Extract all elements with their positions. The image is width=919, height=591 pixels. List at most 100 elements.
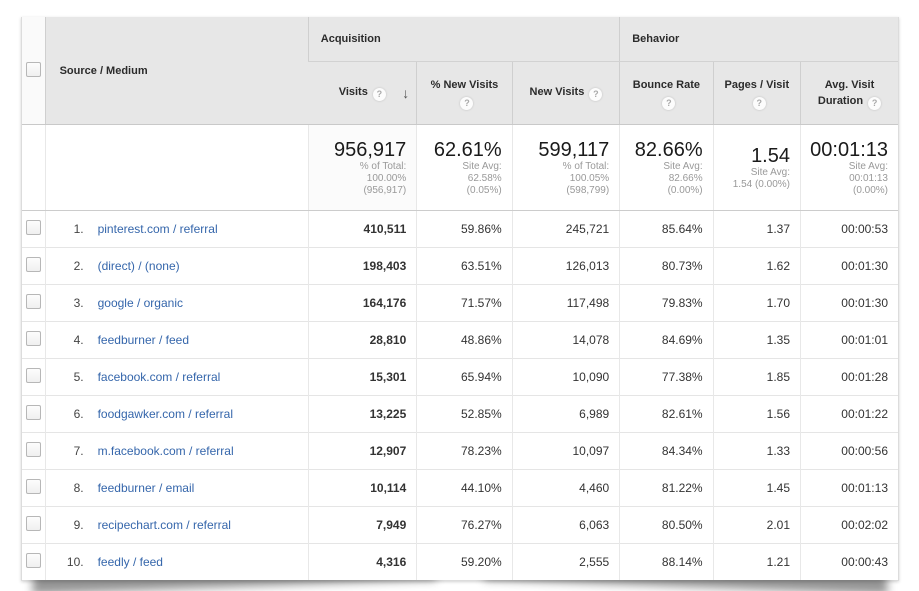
source-cell: 4.feedburner / feed bbox=[45, 322, 308, 359]
avg-duration-cell: 00:00:43 bbox=[801, 544, 899, 581]
row-checkbox[interactable] bbox=[26, 294, 41, 309]
summary-visits: 956,917 % of Total: 100.00% (956,917) bbox=[308, 125, 416, 211]
help-icon[interactable]: ? bbox=[589, 88, 602, 101]
source-medium-link[interactable]: foodgawker.com / referral bbox=[98, 407, 233, 421]
source-medium-link[interactable]: recipechart.com / referral bbox=[98, 518, 231, 532]
source-medium-link[interactable]: google / organic bbox=[98, 296, 183, 310]
summary-subtext: (598,799) bbox=[515, 185, 610, 197]
visits-cell: 410,511 bbox=[308, 211, 416, 248]
row-checkbox[interactable] bbox=[26, 479, 41, 494]
row-checkbox[interactable] bbox=[26, 257, 41, 272]
source-medium-link[interactable]: feedburner / email bbox=[98, 481, 195, 495]
source-medium-link[interactable]: pinterest.com / referral bbox=[98, 222, 218, 236]
summary-avg-duration: 00:01:13 Site Avg: 00:01:13 (0.00%) bbox=[801, 125, 899, 211]
table-row: 1. pinterest.com / referral 410,51159.86%2… bbox=[22, 211, 898, 248]
column-header-pct-new-visits[interactable]: % New Visits ? bbox=[417, 62, 512, 125]
column-header-source-medium[interactable]: Source / Medium bbox=[45, 17, 308, 125]
visits-cell: 198,403 bbox=[308, 248, 416, 285]
table-row: 5.facebook.com / referral15,30165.94%10,… bbox=[22, 359, 898, 396]
pct-new-visits-cell: 76.27% bbox=[417, 507, 512, 544]
summary-subtext: 100.00% bbox=[311, 173, 406, 185]
summary-pages-value: 1.54 bbox=[716, 145, 790, 167]
source-medium-link[interactable]: facebook.com / referral bbox=[98, 370, 221, 384]
pages-visit-cell: 1.62 bbox=[713, 248, 800, 285]
summary-subtext: % of Total: bbox=[311, 161, 406, 173]
summary-visits-value: 956,917 bbox=[311, 139, 406, 161]
bounce-rate-label: Bounce Rate bbox=[621, 77, 711, 93]
column-header-bounce-rate[interactable]: Bounce Rate ? bbox=[620, 62, 713, 125]
pages-visit-cell: 1.56 bbox=[713, 396, 800, 433]
source-cell: 6. foodgawker.com / referral bbox=[45, 396, 308, 433]
source-medium-link[interactable]: feedburner / feed bbox=[98, 333, 189, 347]
row-checkbox-cell bbox=[22, 248, 45, 285]
row-checkbox-cell bbox=[22, 396, 45, 433]
source-medium-link[interactable]: m.facebook.com / referral bbox=[98, 444, 234, 458]
summary-subtext: (0.05%) bbox=[419, 185, 501, 197]
column-header-pages-visit[interactable]: Pages / Visit ? bbox=[713, 62, 800, 125]
avg-duration-label-line1: Avg. Visit bbox=[802, 77, 897, 93]
new-visits-cell: 10,097 bbox=[512, 433, 620, 470]
table-row: 7. m.facebook.com / referral 12,90778.23%1… bbox=[22, 433, 898, 470]
source-cell: 8.feedburner / email bbox=[45, 470, 308, 507]
pct-new-visits-cell: 59.86% bbox=[417, 211, 512, 248]
help-icon[interactable]: ? bbox=[373, 88, 386, 101]
summary-new-visits: 599,117 % of Total: 100.05% (598,799) bbox=[512, 125, 620, 211]
source-medium-label: Source / Medium bbox=[60, 65, 148, 77]
source-cell: 9.recipechart.com / referral bbox=[45, 507, 308, 544]
select-all-checkbox[interactable] bbox=[26, 62, 41, 77]
summary-subtext: Site Avg: bbox=[803, 161, 888, 173]
summary-subtext: (0.00%) bbox=[803, 185, 888, 197]
help-icon[interactable]: ? bbox=[460, 97, 473, 110]
new-visits-cell: 126,013 bbox=[512, 248, 620, 285]
row-rank: 3. bbox=[60, 296, 84, 310]
column-header-visits[interactable]: Visits? ↓ bbox=[308, 62, 416, 125]
row-rank: 7. bbox=[60, 444, 84, 458]
data-table: Source / Medium Acquisition Behavior Vis… bbox=[22, 17, 898, 580]
visits-cell: 12,907 bbox=[308, 433, 416, 470]
row-checkbox[interactable] bbox=[26, 516, 41, 531]
avg-duration-label-line2: Duration bbox=[818, 95, 863, 107]
row-rank: 1. bbox=[60, 222, 84, 236]
source-cell: 5.facebook.com / referral bbox=[45, 359, 308, 396]
new-visits-cell: 2,555 bbox=[512, 544, 620, 581]
row-checkbox[interactable] bbox=[26, 553, 41, 568]
avg-duration-cell: 00:00:53 bbox=[801, 211, 899, 248]
row-checkbox[interactable] bbox=[26, 331, 41, 346]
row-checkbox[interactable] bbox=[26, 405, 41, 420]
row-rank: 2. bbox=[60, 259, 84, 273]
bounce-rate-cell: 80.50% bbox=[620, 507, 713, 544]
help-icon[interactable]: ? bbox=[753, 97, 766, 110]
summary-new-visits-value: 599,117 bbox=[515, 139, 610, 161]
sort-descending-icon[interactable]: ↓ bbox=[402, 85, 409, 101]
visits-cell: 10,114 bbox=[308, 470, 416, 507]
column-header-new-visits[interactable]: New Visits? bbox=[512, 62, 620, 125]
row-checkbox[interactable] bbox=[26, 368, 41, 383]
source-cell: 7. m.facebook.com / referral bbox=[45, 433, 308, 470]
row-checkbox-cell bbox=[22, 470, 45, 507]
group-header-acquisition: Acquisition bbox=[308, 17, 619, 62]
group-header-behavior: Behavior bbox=[620, 17, 898, 62]
row-checkbox[interactable] bbox=[26, 442, 41, 457]
table-row: 3.google / organic164,17671.57%117,49879… bbox=[22, 285, 898, 322]
source-medium-link[interactable]: feedly / feed bbox=[98, 555, 163, 569]
visits-cell: 4,316 bbox=[308, 544, 416, 581]
pct-new-visits-cell: 78.23% bbox=[417, 433, 512, 470]
bounce-rate-cell: 80.73% bbox=[620, 248, 713, 285]
source-medium-link[interactable]: (direct) / (none) bbox=[98, 259, 180, 273]
row-rank: 6. bbox=[60, 407, 84, 421]
new-visits-cell: 245,721 bbox=[512, 211, 620, 248]
summary-subtext: Site Avg: bbox=[716, 167, 790, 179]
row-checkbox-cell bbox=[22, 285, 45, 322]
row-checkbox[interactable] bbox=[26, 220, 41, 235]
help-icon[interactable]: ? bbox=[662, 97, 675, 110]
new-visits-cell: 4,460 bbox=[512, 470, 620, 507]
avg-duration-cell: 00:01:22 bbox=[801, 396, 899, 433]
behavior-label: Behavior bbox=[632, 33, 679, 45]
source-cell: 1. pinterest.com / referral bbox=[45, 211, 308, 248]
visits-cell: 164,176 bbox=[308, 285, 416, 322]
row-checkbox-cell bbox=[22, 544, 45, 581]
avg-duration-cell: 00:01:30 bbox=[801, 285, 899, 322]
table-row: 9.recipechart.com / referral7,94976.27%6… bbox=[22, 507, 898, 544]
column-header-avg-duration[interactable]: Avg. Visit Duration? bbox=[801, 62, 899, 125]
help-icon[interactable]: ? bbox=[868, 97, 881, 110]
